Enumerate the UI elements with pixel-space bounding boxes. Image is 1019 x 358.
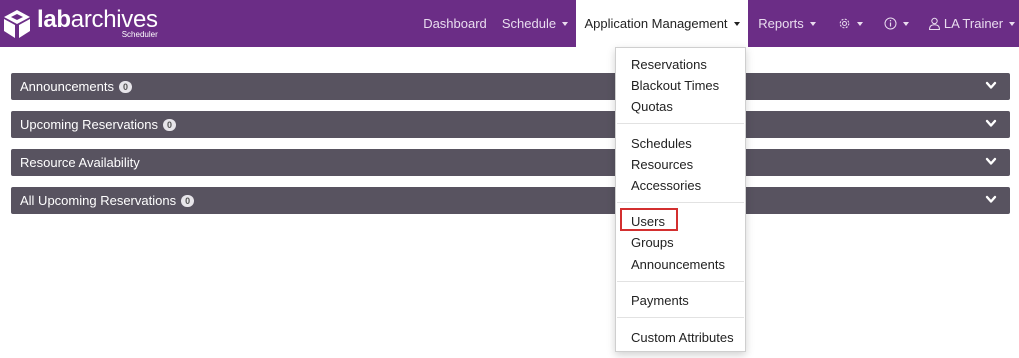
count-badge: 0 [163,118,177,131]
menu-item-users[interactable]: Users [631,214,665,229]
menu-item-resources[interactable]: Resources [631,157,693,172]
chevron-down-icon[interactable] [985,157,997,166]
application-management-dropdown: Reservations Blackout Times Quotas Sched… [615,47,746,352]
nav-application-management-label: Application Management [584,16,728,31]
menu-item-announcements[interactable]: Announcements [631,257,725,272]
brand-name-rest: archives [70,6,158,33]
panel-announcements[interactable]: Announcements 0 [11,73,1010,100]
nav-settings[interactable] [833,0,867,47]
menu-item-accessories[interactable]: Accessories [631,178,701,193]
menu-item-payments[interactable]: Payments [631,293,689,308]
brand-subtitle: Scheduler [121,30,158,39]
panel-title: Upcoming Reservations [20,117,159,132]
chevron-down-icon[interactable] [985,195,997,204]
panel-title: Announcements [20,79,114,94]
count-badge: 0 [181,194,195,207]
brand-logo[interactable]: labarchives Scheduler [3,6,158,42]
panel-resource-availability[interactable]: Resource Availability [11,149,1010,176]
chevron-down-icon[interactable] [985,81,997,90]
panel-title: All Upcoming Reservations [20,193,177,208]
chevron-down-icon [856,21,863,26]
nav-user-label: LA Trainer [943,16,1004,31]
brand-name-bold: lab [37,6,71,33]
nav-application-management[interactable]: Application Management [576,0,748,47]
menu-divider [617,202,744,203]
brand-text: labarchives Scheduler [37,6,158,40]
panel-upcoming-reservations[interactable]: Upcoming Reservations 0 [11,111,1010,138]
chevron-down-icon [809,21,816,26]
nav-help[interactable] [879,0,913,47]
menu-item-groups[interactable]: Groups [631,235,674,250]
nav-reports-label: Reports [758,16,804,31]
chevron-down-icon[interactable] [985,119,997,128]
chevron-down-icon [562,21,569,26]
menu-item-custom-attributes[interactable]: Custom Attributes [631,330,734,345]
nav-user-menu[interactable]: LA Trainer [926,0,1017,47]
gear-icon [839,18,849,29]
panel-title: Resource Availability [20,155,140,170]
menu-divider [617,123,744,124]
menu-item-reservations[interactable]: Reservations [631,57,707,72]
panel-all-upcoming-reservations[interactable]: All Upcoming Reservations 0 [11,187,1010,214]
chevron-down-icon [1009,21,1016,26]
menu-divider [617,317,744,318]
nav-dashboard[interactable]: Dashboard [418,0,492,47]
info-icon [884,17,896,30]
nav-reports[interactable]: Reports [758,0,816,47]
labarchives-cube-logo-icon [4,10,30,38]
chevron-down-icon [902,21,909,26]
menu-item-quotas[interactable]: Quotas [631,99,673,114]
user-icon [928,17,940,30]
top-navbar: labarchives Scheduler Dashboard Schedule… [0,0,1019,47]
nav-schedule[interactable]: Schedule [499,0,571,47]
menu-item-schedules[interactable]: Schedules [631,136,692,151]
menu-item-blackout-times[interactable]: Blackout Times [631,78,719,93]
chevron-down-icon [733,21,740,26]
nav-schedule-label: Schedule [501,16,557,31]
count-badge: 0 [118,80,132,93]
menu-divider [617,281,744,282]
nav-dashboard-label: Dashboard [423,16,487,31]
